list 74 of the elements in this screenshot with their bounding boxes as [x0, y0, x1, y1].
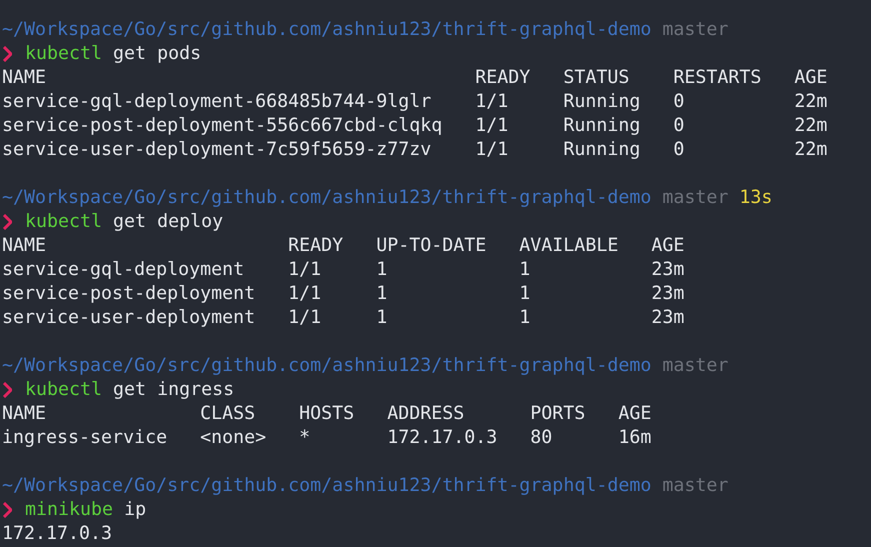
table-cell-text: 1: [376, 306, 388, 330]
table-cell-text: 1/1: [288, 282, 322, 306]
table-cell: 23m: [651, 258, 684, 282]
table-cell-text: 0: [673, 114, 686, 138]
table-header-cell-text: READY: [288, 234, 344, 258]
table-header-cell-text: CLASS: [200, 402, 256, 426]
table-cell-text: 1/1: [288, 258, 322, 282]
table-cell-text: <none>: [200, 426, 268, 450]
table-cell-text: service-user-deployment: [2, 306, 256, 330]
prompt-chevron-icon: [3, 214, 12, 230]
prompt-chevron-icon: [3, 382, 12, 398]
prompt-chevron-icon: [3, 502, 12, 518]
table-header-cell: AGE: [794, 66, 828, 90]
git-branch: master: [662, 354, 728, 378]
table-cell-text: 80: [530, 426, 554, 450]
table-cell-text: service-gql-deployment-668485b744-9lglr: [2, 90, 432, 114]
command-duration: 13s: [739, 186, 772, 210]
table-cell-text: ingress-service: [2, 426, 168, 450]
table-cell-text: service-user-deployment-7c59f5659-z77zv: [2, 138, 432, 162]
table-cell: 22m: [794, 90, 828, 114]
table-cell: 22m: [794, 114, 828, 138]
git-branch: master: [662, 186, 728, 210]
table-cell-text: 1/1: [475, 114, 510, 138]
command-args: ip: [124, 498, 146, 522]
command-name: kubectl: [25, 210, 102, 234]
table-cell-text: 0: [673, 90, 686, 114]
table-cell-text: 1: [519, 306, 532, 330]
table-header-cell: AGE: [651, 234, 684, 258]
table-cell: 16m: [618, 426, 652, 450]
table-cell-text: Running: [563, 138, 642, 162]
table-cell-text: 1: [519, 258, 532, 282]
table-cell-text: 172.17.0.3: [387, 426, 498, 450]
table-cell-text: 1: [519, 282, 532, 306]
table-cell: 23m: [651, 282, 684, 306]
output-line: 172.17.0.3: [2, 522, 112, 546]
table-cell-text: 1: [376, 282, 388, 306]
prompt-path: ~/Workspace/Go/src/github.com/ashniu123/thrift-graphql-demo: [2, 18, 652, 42]
table-header-cell-text: PORTS: [530, 402, 586, 426]
command-name: kubectl: [25, 42, 102, 66]
command-args: get pods: [113, 42, 202, 66]
prompt-path: ~/Workspace/Go/src/github.com/ashniu123/thrift-graphql-demo: [2, 186, 652, 210]
table-header-cell-text: AVAILABLE: [519, 234, 620, 258]
table-cell-text: service-post-deployment: [2, 282, 256, 306]
prompt-path: ~/Workspace/Go/src/github.com/ashniu123/thrift-graphql-demo: [2, 474, 652, 498]
table-cell-text: Running: [563, 90, 642, 114]
table-header-cell-text: NAME: [2, 402, 48, 426]
table-cell-text: 0: [673, 138, 686, 162]
table-header-cell-text: READY: [475, 66, 532, 90]
command-name: kubectl: [25, 378, 102, 402]
table-header-cell-text: UP-TO-DATE: [376, 234, 488, 258]
command-name: minikube: [25, 498, 114, 522]
table-cell-text: 1/1: [475, 90, 510, 114]
table-cell: 22m: [794, 138, 828, 162]
git-branch: master: [662, 18, 728, 42]
command-args: get ingress: [113, 378, 234, 402]
table-header-cell: AGE: [618, 402, 652, 426]
table-cell: 23m: [651, 306, 684, 330]
prompt-chevron-icon: [3, 46, 12, 62]
table-cell-text: service-gql-deployment: [2, 258, 246, 282]
table-cell-text: 1/1: [288, 306, 322, 330]
table-header-cell-text: NAME: [2, 66, 48, 90]
table-cell-text: 1/1: [475, 138, 510, 162]
git-branch: master: [662, 474, 728, 498]
table-header-cell-text: STATUS: [563, 66, 630, 90]
table-header-cell-text: HOSTS: [299, 402, 356, 426]
table-cell-text: Running: [563, 114, 642, 138]
table-header-cell-text: NAME: [2, 234, 48, 258]
table-header-cell-text: RESTARTS: [673, 66, 762, 90]
table-cell-text: *: [299, 426, 312, 450]
command-args: get deploy: [113, 210, 224, 234]
table-cell-text: service-post-deployment-556c667cbd-clqkq: [2, 114, 444, 138]
table-header-cell-text: ADDRESS: [387, 402, 466, 426]
prompt-path: ~/Workspace/Go/src/github.com/ashniu123/thrift-graphql-demo: [2, 354, 652, 378]
table-cell-text: 1: [376, 258, 388, 282]
